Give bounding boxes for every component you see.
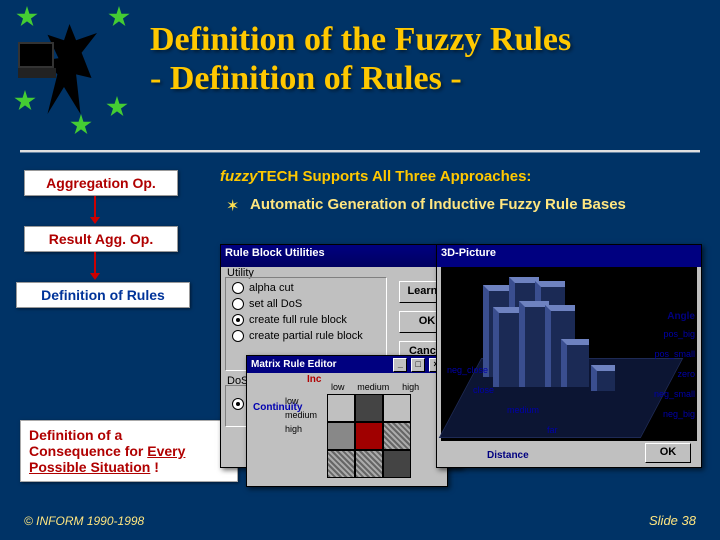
radio-create-full[interactable]: create full rule block — [232, 314, 380, 326]
divider — [20, 150, 700, 152]
radio-dos-value[interactable] — [232, 398, 244, 410]
rule-matrix[interactable] — [327, 394, 409, 476]
axis-inc-label: Inc — [307, 374, 321, 385]
y-tick: zero — [677, 369, 695, 379]
dialog-3d-picture: 3D-Picture Distance Angle neg_close clos… — [436, 244, 702, 468]
slide-root: Definition of the Fuzzy Rules - Definiti… — [0, 0, 720, 540]
support-line: fuzzyTECH Supports All Three Approaches: — [220, 168, 531, 185]
y-axis-label: Angle — [667, 311, 695, 322]
matrix-cols: low medium high — [321, 382, 419, 393]
y-tick: neg_small — [654, 389, 695, 399]
matrix-cell[interactable] — [383, 422, 411, 450]
x-tick: neg_close — [447, 365, 488, 375]
clipart-figure — [10, 6, 140, 136]
matrix-cell[interactable] — [355, 394, 383, 422]
title-line-1: Definition of the Fuzzy Rules — [150, 21, 571, 58]
matrix-cell[interactable] — [383, 450, 411, 478]
x-axis-label: Distance — [487, 450, 529, 461]
y-tick: neg_big — [663, 409, 695, 419]
dialog-title-bar[interactable]: Rule Block Utilities — [221, 245, 461, 267]
matrix-cell[interactable] — [355, 450, 383, 478]
x-tick: close — [473, 385, 494, 395]
flow-box-result: Result Agg. Op. — [24, 226, 178, 252]
y-tick: pos_small — [654, 349, 695, 359]
matrix-cell[interactable] — [355, 422, 383, 450]
arrow-down-icon — [94, 196, 96, 218]
x-tick: far — [547, 425, 558, 435]
title-line-2: - Definition of Rules - — [150, 60, 462, 97]
slide-title: Definition of the Fuzzy Rules - Definiti… — [150, 20, 571, 98]
3d-ok-button[interactable]: OK — [645, 443, 691, 463]
brand-tech: TECH — [258, 168, 299, 185]
callout-box: Definition of a Consequence for Every Po… — [20, 420, 238, 482]
maximize-icon[interactable]: □ — [411, 358, 425, 372]
y-tick: pos_big — [663, 329, 695, 339]
flow-box-definition: Definition of Rules — [16, 282, 190, 308]
matrix-cell[interactable] — [327, 450, 355, 478]
radio-create-partial[interactable]: create partial rule block — [232, 330, 380, 342]
3d-title-bar[interactable]: 3D-Picture — [437, 245, 701, 267]
footer-slide-number: Slide 38 — [649, 513, 696, 528]
matrix-title-bar[interactable]: Matrix Rule Editor _ □ × — [247, 356, 447, 373]
radio-alpha-cut[interactable]: alpha cut — [232, 282, 380, 294]
minimize-icon[interactable]: _ — [393, 358, 407, 372]
matrix-rows: low medium high — [285, 392, 317, 434]
dialog-matrix-rule-editor: Matrix Rule Editor _ □ × Inc low medium … — [246, 355, 448, 487]
x-tick: medium — [507, 405, 539, 415]
flow-box-aggregation: Aggregation Op. — [24, 170, 178, 196]
bullet-text: Automatic Generation of Inductive Fuzzy … — [250, 196, 626, 213]
radio-set-all-dos[interactable]: set all DoS — [232, 298, 380, 310]
footer-copyright: © INFORM 1990-1998 — [24, 514, 144, 528]
brand-fuzzy: fuzzy — [220, 168, 258, 185]
bullet-icon: ✶ — [226, 196, 239, 216]
arrow-down-icon — [94, 252, 96, 274]
matrix-cell[interactable] — [383, 394, 411, 422]
matrix-cell[interactable] — [327, 394, 355, 422]
matrix-cell[interactable] — [327, 422, 355, 450]
